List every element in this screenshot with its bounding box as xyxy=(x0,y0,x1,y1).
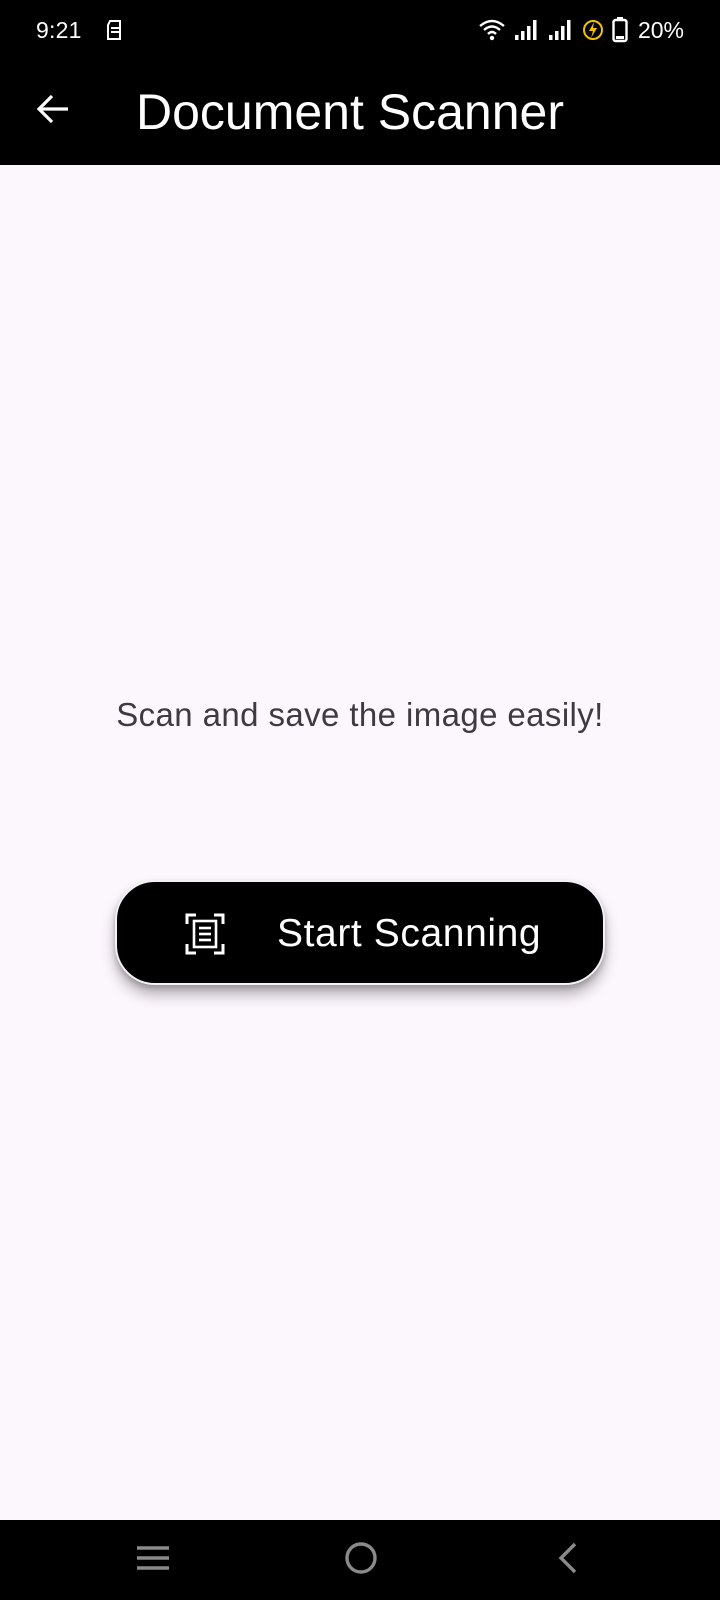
back-icon xyxy=(555,1541,581,1580)
app-bar: Document Scanner xyxy=(0,60,720,165)
menu-icon xyxy=(135,1543,171,1578)
main-content: Scan and save the image easily! Start Sc… xyxy=(0,165,720,1520)
battery-icon xyxy=(612,17,628,43)
sim-card-icon xyxy=(104,18,126,42)
system-back-button[interactable] xyxy=(546,1538,590,1582)
back-arrow-icon xyxy=(36,94,70,129)
document-scan-icon xyxy=(185,913,225,955)
battery-percentage: 20% xyxy=(637,17,684,43)
page-title: Document Scanner xyxy=(136,84,565,140)
status-time: 9:21 xyxy=(36,17,82,43)
home-icon xyxy=(343,1540,379,1581)
status-icons: 20% xyxy=(478,16,684,44)
recent-apps-button[interactable] xyxy=(131,1538,175,1582)
charging-icon xyxy=(582,18,604,42)
signal-icon xyxy=(514,18,540,42)
start-scanning-label: Start Scanning xyxy=(277,912,542,955)
start-scanning-button[interactable]: Start Scanning xyxy=(115,880,605,985)
system-navigation-bar xyxy=(0,1520,720,1600)
wifi-icon xyxy=(478,18,506,42)
home-button[interactable] xyxy=(339,1538,383,1582)
back-button[interactable] xyxy=(24,82,82,140)
signal-icon xyxy=(548,18,574,42)
tagline-text: Scan and save the image easily! xyxy=(116,696,604,733)
status-bar: 9:21 20% xyxy=(0,0,720,60)
